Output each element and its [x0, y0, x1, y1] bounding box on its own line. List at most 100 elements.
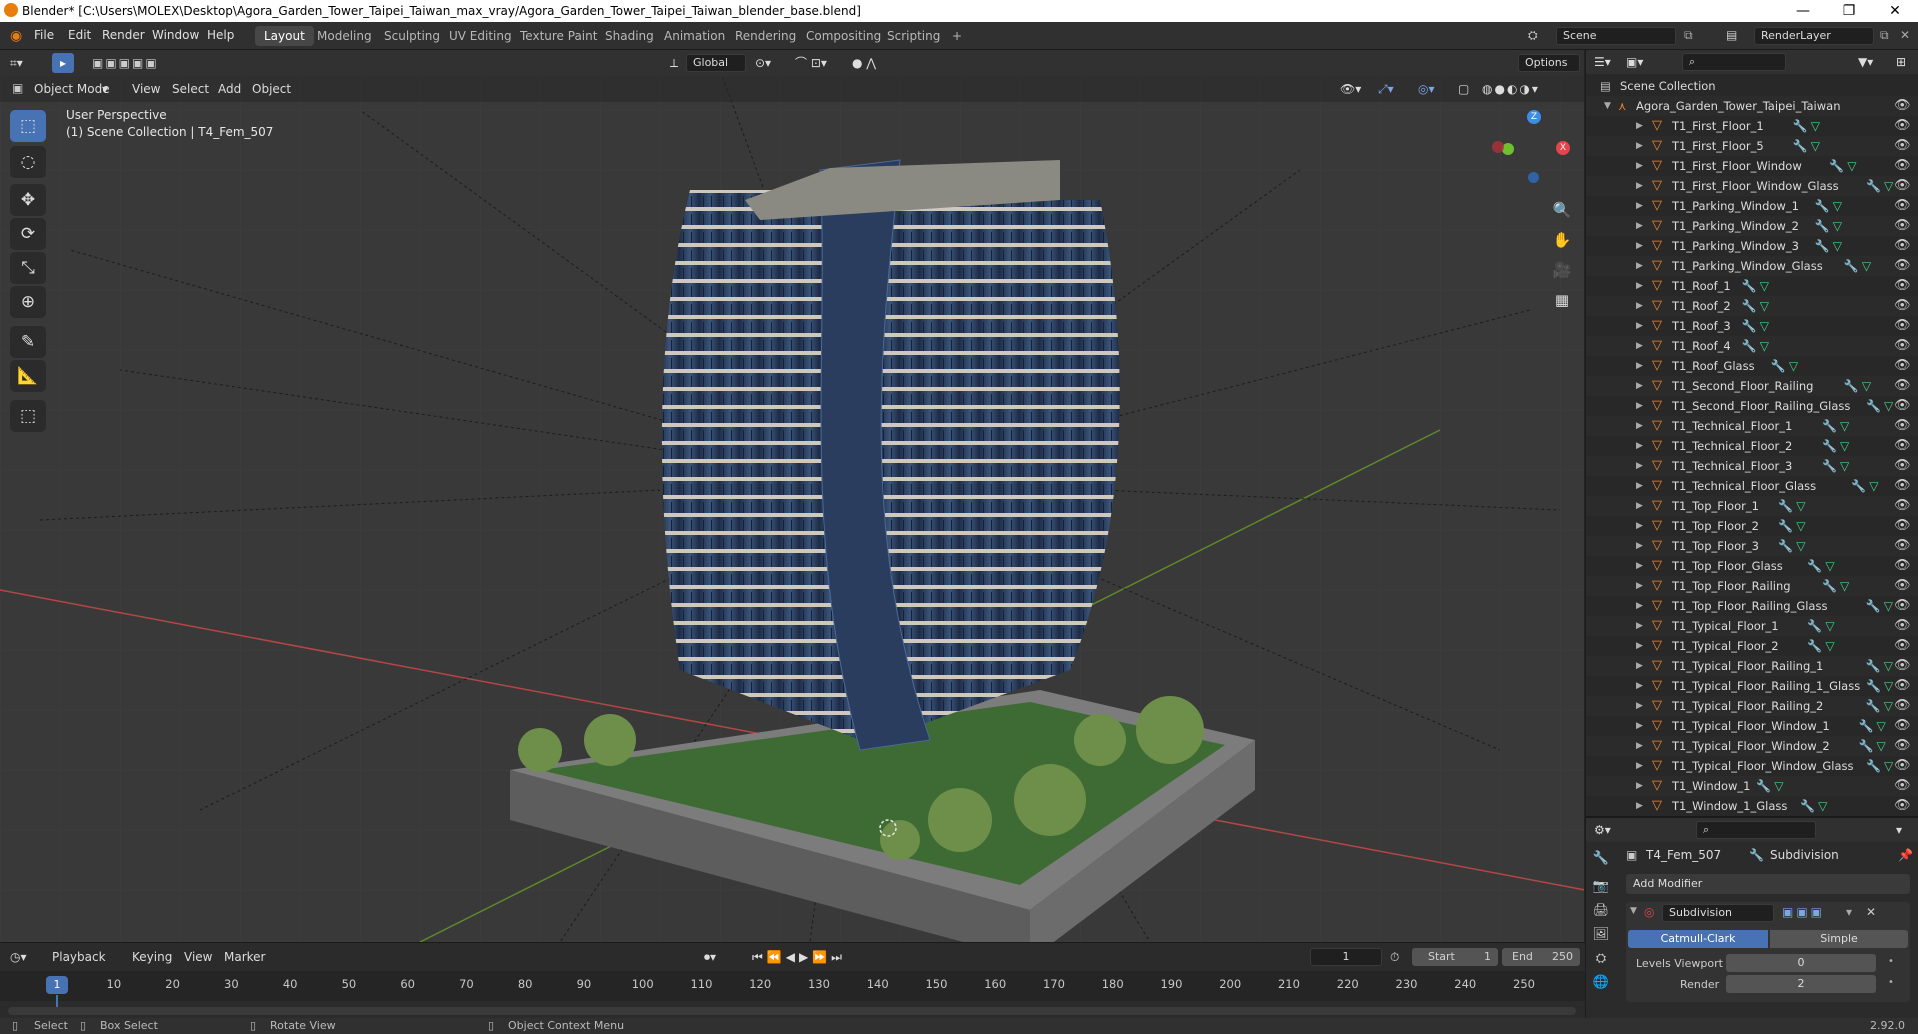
simple-button[interactable]: Simple: [1770, 930, 1908, 948]
eye-icon[interactable]: 👁: [1894, 176, 1911, 196]
world-tab-icon[interactable]: 🌐: [1590, 972, 1612, 994]
mesh-data-icon[interactable]: ▽: [1840, 576, 1849, 596]
overlay-toggle-icon[interactable]: ◎▾: [1418, 80, 1435, 98]
modifier-wrench-icon[interactable]: 🔧: [1822, 436, 1837, 456]
modifier-wrench-icon[interactable]: 🔧: [1742, 296, 1757, 316]
modifier-visibility-icons[interactable]: ▣▣▣: [1782, 905, 1825, 919]
expand-triangle-icon[interactable]: ▶: [1636, 396, 1643, 416]
modifier-wrench-icon[interactable]: 🔧: [1851, 476, 1866, 496]
new-view-layer-icon[interactable]: ⧉: [1880, 28, 1889, 43]
expand-triangle-icon[interactable]: ▼: [1604, 96, 1611, 116]
proportional-editing-icon[interactable]: ● ⋀: [852, 54, 876, 72]
modifier-wrench-icon[interactable]: 🔧: [1800, 796, 1815, 816]
outliner-search-input[interactable]: ⌕: [1682, 53, 1786, 71]
properties-search-input[interactable]: ⌕: [1696, 821, 1816, 839]
modifier-wrench-icon[interactable]: 🔧: [1793, 116, 1808, 136]
eye-icon[interactable]: 👁: [1894, 476, 1911, 496]
neg-z-axis-icon[interactable]: [1528, 172, 1539, 183]
expand-triangle-icon[interactable]: ▶: [1636, 596, 1643, 616]
tab-scripting[interactable]: Scripting: [878, 26, 949, 46]
transform-orientation-dropdown[interactable]: Global: [686, 54, 746, 72]
outliner-object-row[interactable]: ▶ ▽ T1_Typical_Floor_Railing_1 🔧 ▽ 👁: [1586, 656, 1918, 676]
modifier-wrench-icon[interactable]: 🔧: [1807, 616, 1822, 636]
remove-view-layer-icon[interactable]: ✕: [1900, 28, 1910, 42]
expand-triangle-icon[interactable]: ▶: [1636, 556, 1643, 576]
eye-icon[interactable]: 👁: [1894, 196, 1911, 216]
mesh-data-icon[interactable]: ▽: [1840, 456, 1849, 476]
eye-icon[interactable]: 👁: [1894, 796, 1911, 816]
outliner-object-row[interactable]: ▶ ▽ T1_Window_1 🔧 ▽ 👁: [1586, 776, 1918, 796]
close-window-button[interactable]: ✕: [1872, 0, 1918, 22]
menu-select[interactable]: Select: [172, 80, 209, 98]
mesh-data-icon[interactable]: ▽: [1796, 536, 1805, 556]
eye-icon[interactable]: 👁: [1894, 516, 1911, 536]
modifier-wrench-icon[interactable]: 🔧: [1844, 256, 1859, 276]
outliner-object-row[interactable]: ▶ ▽ T1_Typical_Floor_2 🔧 ▽ 👁: [1586, 636, 1918, 656]
expand-triangle-icon[interactable]: ▶: [1636, 776, 1643, 796]
eye-icon[interactable]: 👁: [1894, 316, 1911, 336]
mesh-data-icon[interactable]: ▽: [1884, 596, 1893, 616]
tab-sculpting[interactable]: Sculpting: [375, 26, 449, 46]
expand-triangle-icon[interactable]: ▶: [1636, 256, 1643, 276]
pan-hand-icon[interactable]: ✋: [1548, 226, 1576, 254]
outliner-object-row[interactable]: ▶ ▽ T1_Top_Floor_3 🔧 ▽ 👁: [1586, 536, 1918, 556]
timeline-ruler[interactable]: 1102030405060708090100110120130140150160…: [0, 971, 1585, 1001]
expand-triangle-icon[interactable]: ▶: [1636, 756, 1643, 776]
outliner-object-row[interactable]: ▶ ▽ T1_Top_Floor_Railing 🔧 ▽ 👁: [1586, 576, 1918, 596]
annotate-tool-icon[interactable]: ✎: [10, 326, 46, 358]
modifier-wrench-icon[interactable]: 🔧: [1756, 776, 1771, 796]
outliner-object-row[interactable]: ▶ ▽ T1_Parking_Window_3 🔧 ▽ 👁: [1586, 236, 1918, 256]
expand-triangle-icon[interactable]: ▶: [1636, 116, 1643, 136]
expand-triangle-icon[interactable]: ▶: [1636, 636, 1643, 656]
outliner-object-row[interactable]: ▶ ▽ T1_Top_Floor_Glass 🔧 ▽ 👁: [1586, 556, 1918, 576]
select-tool-icon[interactable]: ▸: [52, 53, 74, 73]
expand-triangle-icon[interactable]: ▶: [1636, 356, 1643, 376]
render-levels-field[interactable]: 2: [1726, 975, 1876, 993]
auto-keying-icon[interactable]: ⏺▾: [704, 948, 716, 966]
mesh-data-icon[interactable]: ▽: [1840, 416, 1849, 436]
eye-icon[interactable]: 👁: [1894, 156, 1911, 176]
expand-triangle-icon[interactable]: ▶: [1636, 496, 1643, 516]
outliner-object-row[interactable]: ▶ ▽ T1_Second_Floor_Railing_Glass 🔧 ▽ 👁: [1586, 396, 1918, 416]
render-tab-icon[interactable]: 📷: [1590, 876, 1612, 898]
output-tab-icon[interactable]: 🖨: [1590, 900, 1612, 922]
outliner-object-row[interactable]: ▶ ▽ T1_Parking_Window_1 🔧 ▽ 👁: [1586, 196, 1918, 216]
camera-view-icon[interactable]: 🎥: [1548, 256, 1576, 284]
shading-mode-icons[interactable]: ◍●◐◑▾: [1482, 80, 1540, 98]
eye-icon[interactable]: 👁: [1894, 416, 1911, 436]
eye-icon[interactable]: 👁: [1894, 636, 1911, 656]
tab-shading[interactable]: Shading: [596, 26, 663, 46]
preview-range-icon[interactable]: ⏱: [1390, 948, 1399, 966]
neg-x-axis-icon[interactable]: [1492, 141, 1504, 153]
view-layer-selector[interactable]: RenderLayer: [1754, 27, 1874, 45]
catmull-clark-button[interactable]: Catmull-Clark: [1628, 930, 1768, 948]
outliner-object-row[interactable]: ▶ ▽ T1_First_Floor_Window 🔧 ▽ 👁: [1586, 156, 1918, 176]
modifier-wrench-icon[interactable]: 🔧: [1742, 316, 1757, 336]
expand-triangle-icon[interactable]: ▶: [1636, 476, 1643, 496]
outliner-object-row[interactable]: ▶ ▽ T1_Second_Floor_Railing 🔧 ▽ 👁: [1586, 376, 1918, 396]
expand-triangle-icon[interactable]: ▶: [1636, 676, 1643, 696]
mesh-data-icon[interactable]: ▽: [1884, 756, 1893, 776]
expand-triangle-icon[interactable]: ▶: [1636, 376, 1643, 396]
filter-icon[interactable]: ▼▾: [1858, 53, 1873, 71]
playhead-frame-badge[interactable]: 1: [46, 976, 68, 994]
modifier-wrench-icon[interactable]: 🔧: [1822, 456, 1837, 476]
outliner-object-row[interactable]: ▶ ▽ T1_Roof_1 🔧 ▽ 👁: [1586, 276, 1918, 296]
modifier-wrench-icon[interactable]: 🔧: [1778, 536, 1793, 556]
expand-triangle-icon[interactable]: ▶: [1636, 536, 1643, 556]
outliner-editor-icon[interactable]: ☰▾: [1594, 53, 1611, 71]
mode-dropdown[interactable]: Object Mode: [34, 80, 110, 98]
new-collection-icon[interactable]: ⊞: [1896, 53, 1906, 71]
outliner-object-row[interactable]: ▶ ▽ T1_Parking_Window_2 🔧 ▽ 👁: [1586, 216, 1918, 236]
outliner-object-row[interactable]: ▶ ▽ T1_Typical_Floor_Railing_1_Glass 🔧 ▽ 👁: [1586, 676, 1918, 696]
zoom-icon[interactable]: 🔍: [1548, 196, 1576, 224]
tab-animation[interactable]: Animation: [655, 26, 734, 46]
eye-icon[interactable]: 👁: [1894, 376, 1911, 396]
modifier-wrench-icon[interactable]: 🔧: [1807, 556, 1822, 576]
mesh-data-icon[interactable]: ▽: [1833, 196, 1842, 216]
pivot-point-icon[interactable]: ⊙▾: [755, 54, 771, 72]
eye-icon[interactable]: 👁: [1894, 336, 1911, 356]
expand-triangle-icon[interactable]: ▶: [1636, 276, 1643, 296]
mesh-data-icon[interactable]: ▽: [1847, 156, 1856, 176]
scene-collection-row[interactable]: ▤ Scene Collection: [1586, 76, 1918, 96]
